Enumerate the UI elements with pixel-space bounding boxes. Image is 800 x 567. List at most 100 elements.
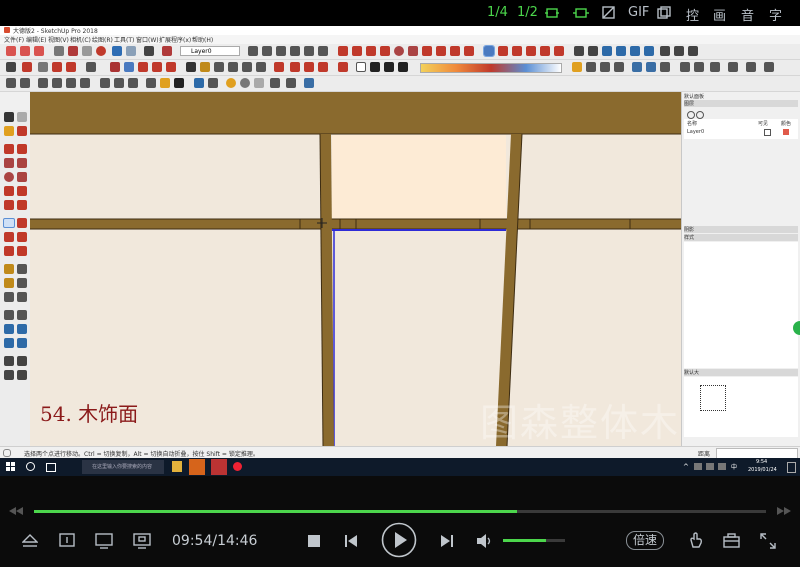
section-display-icon[interactable] (614, 62, 624, 72)
tag-icon[interactable] (286, 78, 296, 88)
solid-union-icon[interactable] (290, 62, 300, 72)
3dtext-tool-icon[interactable] (17, 292, 27, 302)
arc2-icon[interactable] (436, 46, 446, 56)
progress-track[interactable] (34, 510, 766, 513)
shadow-time-slider[interactable] (420, 63, 562, 73)
stop-icon[interactable] (308, 535, 320, 547)
cart-icon[interactable] (304, 78, 314, 88)
component-tool-icon[interactable] (17, 112, 27, 122)
section-tool-icon[interactable] (17, 370, 27, 380)
arc3-icon[interactable] (450, 46, 460, 56)
crop-icon[interactable] (545, 7, 559, 19)
arc-tool-icon[interactable] (52, 62, 62, 72)
select-tool-icon[interactable] (4, 112, 14, 122)
eraser-icon[interactable] (22, 62, 32, 72)
menu-draw[interactable]: 绘图(R) (92, 35, 113, 44)
gif-button[interactable]: GIF (628, 5, 649, 20)
print-icon[interactable] (144, 46, 154, 56)
fog-icon[interactable] (586, 62, 596, 72)
subtitle-button[interactable]: 字 (769, 5, 782, 24)
style-icon[interactable] (338, 62, 348, 72)
intersect-icon[interactable] (274, 62, 284, 72)
scale-tool-icon[interactable] (4, 246, 14, 256)
shadow-header[interactable]: 阴影 (684, 226, 798, 233)
xray-icon[interactable] (356, 62, 366, 72)
gesture-icon[interactable] (688, 532, 704, 549)
tray-ime-icon[interactable]: 中 (731, 462, 737, 471)
followme-tool-icon[interactable] (17, 232, 27, 242)
freehand-tool-icon[interactable] (17, 144, 27, 154)
layer-row-name[interactable]: Layer0 (687, 129, 704, 135)
sandbox-icon-5[interactable] (100, 78, 110, 88)
copy-icon[interactable] (68, 46, 78, 56)
fit-screen-icon[interactable] (573, 7, 589, 19)
axes-tool-icon[interactable] (4, 292, 14, 302)
3d-text-icon[interactable] (256, 62, 266, 72)
push-pull-icon[interactable] (498, 46, 508, 56)
save-icon[interactable] (34, 46, 44, 56)
recorder-app-icon[interactable] (233, 462, 242, 471)
scale-icon-2[interactable] (152, 62, 162, 72)
pan-tool-icon[interactable] (17, 310, 27, 320)
views-front-icon[interactable] (276, 46, 286, 56)
next-icon[interactable] (440, 534, 454, 548)
layer-tool-icon[interactable] (6, 78, 16, 88)
prevview-tool-icon[interactable] (17, 338, 27, 348)
volume-icon[interactable] (476, 533, 494, 549)
walk-icon[interactable] (660, 46, 670, 56)
zoom-window-icon[interactable] (616, 46, 626, 56)
tray-battery-icon[interactable] (718, 463, 726, 470)
gear-icon[interactable] (240, 78, 250, 88)
share-model-icon[interactable] (646, 62, 656, 72)
remove-layer-icon[interactable] (696, 111, 704, 119)
sandbox-icon-1[interactable] (38, 78, 48, 88)
dimension-icon[interactable] (200, 62, 210, 72)
screen-record-icon[interactable] (95, 533, 113, 549)
sun-settings-icon[interactable] (254, 78, 264, 88)
offset-icon-2[interactable] (166, 62, 176, 72)
eraser-tool-icon[interactable] (17, 126, 27, 136)
fast-forward-icon[interactable] (776, 506, 792, 516)
pip-icon[interactable] (133, 533, 151, 549)
pushpull-icon-2[interactable] (110, 62, 120, 72)
tape-tool-icon[interactable] (4, 264, 14, 274)
extension-icon-4[interactable] (728, 62, 738, 72)
3d-viewport[interactable]: 图森整体木作 54. 木饰面 (30, 92, 681, 446)
shape-tool-icon[interactable] (66, 62, 76, 72)
zoomwin-tool-icon[interactable] (17, 324, 27, 334)
rotate-icon[interactable] (512, 46, 522, 56)
monochrome-icon[interactable] (174, 78, 184, 88)
extension-icon-2[interactable] (694, 62, 704, 72)
tray-network-icon[interactable] (694, 463, 702, 470)
pie-tool-icon[interactable] (17, 200, 27, 210)
add-layer-icon[interactable] (687, 111, 695, 119)
hexagon-icon[interactable] (226, 78, 236, 88)
hidden-line-icon[interactable] (398, 62, 408, 72)
line-tool-icon[interactable] (338, 46, 348, 56)
extension-icon-1[interactable] (680, 62, 690, 72)
sandbox-icon-7[interactable] (128, 78, 138, 88)
tray-chevron-icon[interactable]: ^ (683, 463, 689, 471)
select-arrow-icon[interactable] (6, 62, 16, 72)
side-handle[interactable] (793, 321, 800, 335)
warehouse-icon[interactable] (632, 62, 642, 72)
rotrect-tool-icon[interactable] (17, 158, 27, 168)
line-tool-icon-2[interactable] (4, 144, 14, 154)
views-top-icon[interactable] (262, 46, 272, 56)
previous-view-icon[interactable] (644, 46, 654, 56)
window-icon[interactable] (657, 6, 671, 19)
cortana-icon[interactable] (26, 462, 35, 471)
windows-start-icon[interactable] (6, 462, 16, 472)
polygon-icon[interactable] (408, 46, 418, 56)
tape-measure-icon[interactable] (186, 62, 196, 72)
menu-camera[interactable]: 相机(C) (70, 35, 91, 44)
pan-icon[interactable] (588, 46, 598, 56)
text-tool-icon[interactable] (17, 278, 27, 288)
move-icon-2[interactable] (124, 62, 134, 72)
extension-icon-6[interactable] (764, 62, 774, 72)
backedges-icon[interactable] (370, 62, 380, 72)
scale-icon[interactable] (540, 46, 550, 56)
subtitle-box-icon[interactable] (59, 533, 75, 547)
zoom-icon[interactable] (602, 46, 612, 56)
zoom-extents-icon[interactable] (630, 46, 640, 56)
